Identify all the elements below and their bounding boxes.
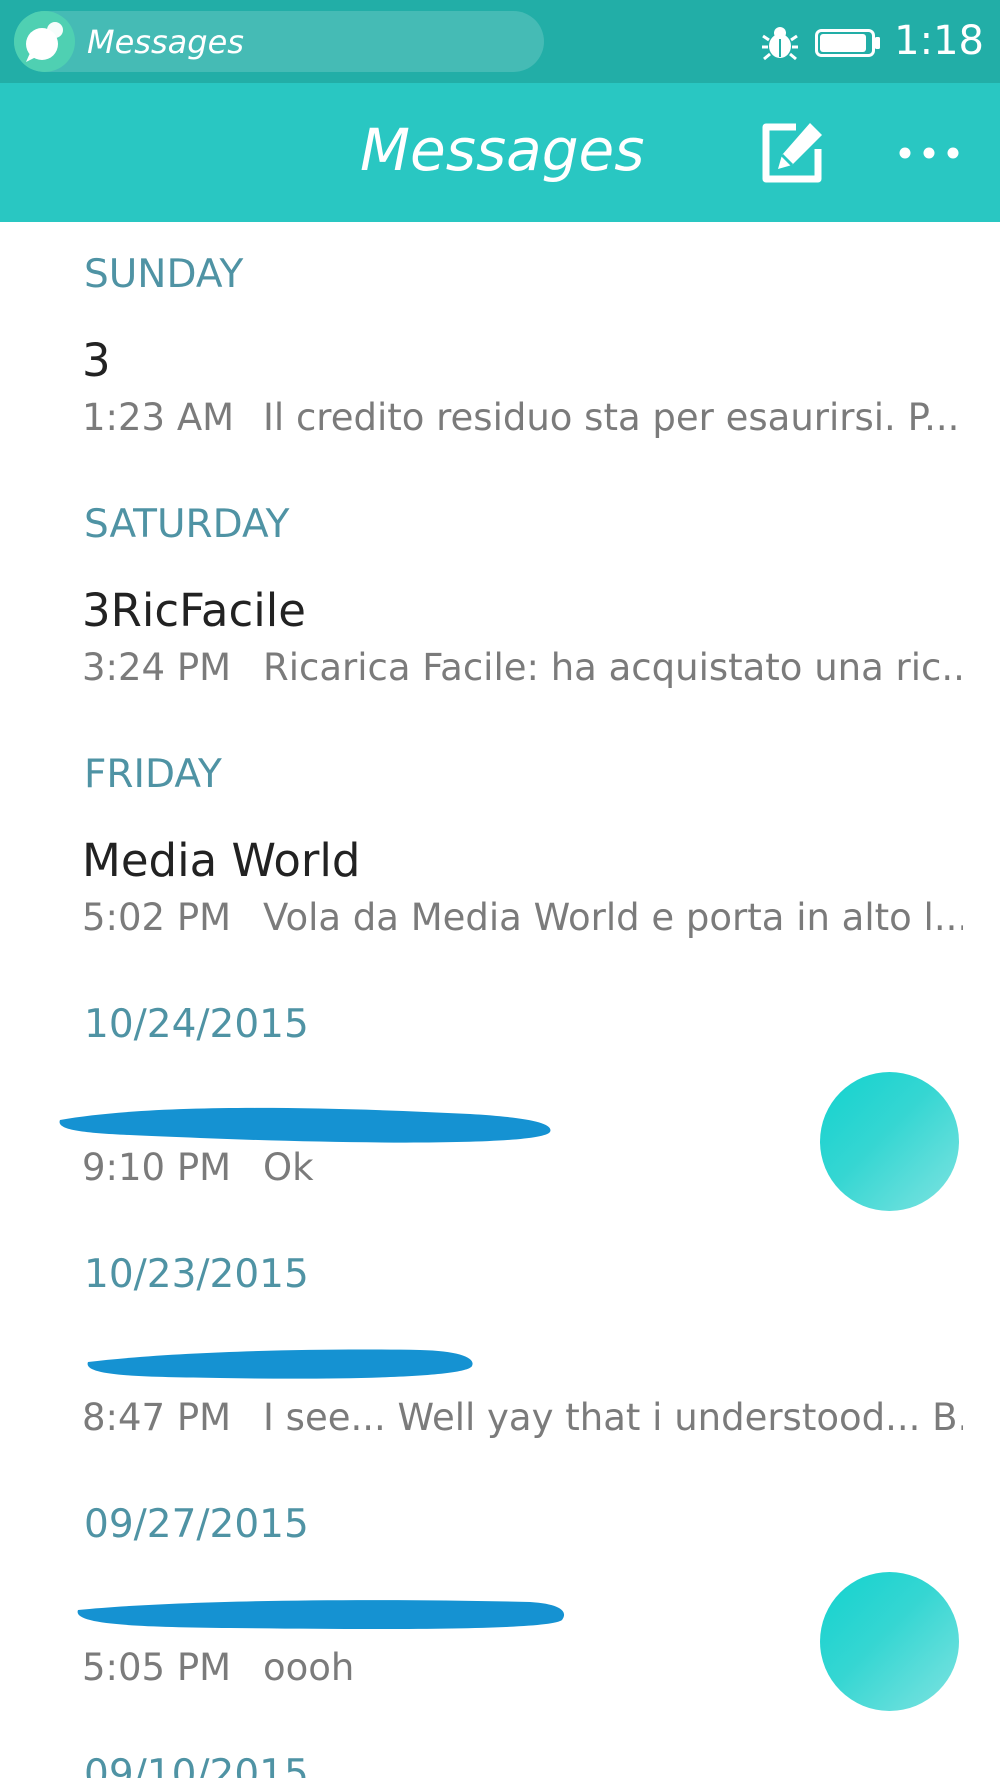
- redaction-mark: [87, 1349, 473, 1379]
- more-button[interactable]: [893, 127, 965, 179]
- conversation-time: 8:47 PM: [82, 1396, 232, 1439]
- compose-button[interactable]: [756, 117, 828, 189]
- conversation-item[interactable]: 3 1:23 AM Il credito residuo sta per esa…: [0, 334, 1000, 514]
- conversation-time: 3:24 PM: [82, 646, 232, 689]
- section-header: 09/10/2015: [84, 1752, 309, 1778]
- conversation-name: 3RicFacile: [82, 584, 306, 637]
- section-header: SUNDAY: [84, 252, 244, 297]
- conversation-time: 9:10 PM: [82, 1146, 232, 1189]
- conversation-preview: oooh: [263, 1646, 355, 1689]
- app-title: Messages: [360, 116, 645, 184]
- conversation-item[interactable]: 3RicFacile 3:24 PM Ricarica Facile: ha a…: [0, 584, 1000, 764]
- notification-title: Messages: [87, 23, 244, 61]
- conversation-name: Media World: [82, 834, 361, 887]
- notification-pill[interactable]: Messages: [14, 11, 544, 72]
- conversation-time: 5:02 PM: [82, 896, 232, 939]
- conversation-time: 1:23 AM: [82, 396, 235, 439]
- conversation-time: 5:05 PM: [82, 1646, 232, 1689]
- battery-icon: [815, 29, 881, 57]
- conversation-preview: I see... Well yay that i understood... B…: [263, 1396, 963, 1439]
- conversation-item[interactable]: 5:05 PM oooh: [0, 1572, 1000, 1764]
- contact-avatar: [820, 1572, 959, 1711]
- app-bar: Messages: [0, 83, 1000, 222]
- conversation-item[interactable]: Media World 5:02 PM Vola da Media World …: [0, 834, 1000, 1014]
- compose-icon: [762, 123, 822, 183]
- redaction-mark: [59, 1107, 551, 1143]
- section-header: SATURDAY: [84, 502, 290, 547]
- section-header: FRIDAY: [84, 752, 222, 797]
- conversation-list[interactable]: SUNDAY 3 1:23 AM Il credito residuo sta …: [0, 222, 1000, 1778]
- conversation-name: 3: [82, 334, 111, 387]
- section-header: 10/23/2015: [84, 1252, 309, 1297]
- conversation-preview: Vola da Media World e porta in alto l...: [263, 896, 963, 939]
- conversation-preview: Ok: [263, 1146, 314, 1189]
- conversation-item[interactable]: 8:47 PM I see... Well yay that i underst…: [0, 1334, 1000, 1514]
- section-header: 09/27/2015: [84, 1502, 309, 1547]
- conversation-preview: Il credito residuo sta per esaurirsi. P.…: [263, 396, 960, 439]
- messages-screen: Messages 1:18 Messages SUNDAY 3 1:23 AM …: [0, 0, 1000, 1778]
- status-time: 1:18: [894, 18, 984, 64]
- section-header: 10/24/2015: [84, 1002, 309, 1047]
- more-icon: [899, 147, 959, 159]
- bug-icon: [761, 24, 799, 62]
- status-bar: Messages 1:18: [0, 0, 1000, 83]
- conversation-preview: Ricarica Facile: ha acquistato una ric..…: [263, 646, 963, 689]
- contact-avatar: [820, 1072, 959, 1211]
- conversation-item[interactable]: 9:10 PM Ok: [0, 1072, 1000, 1264]
- messages-app-icon: [14, 11, 75, 72]
- redaction-mark: [77, 1600, 565, 1630]
